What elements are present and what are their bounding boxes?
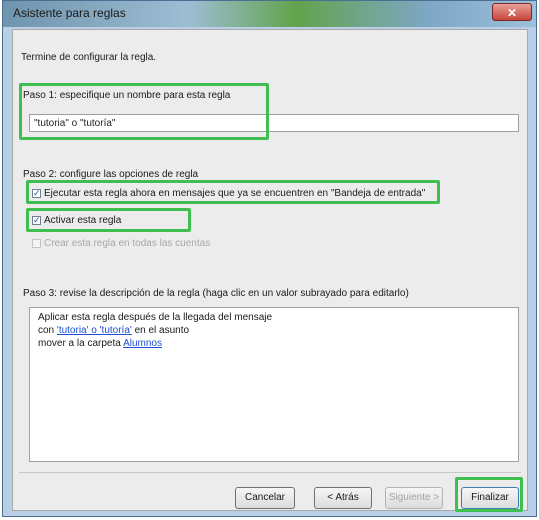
- description-line-2: con 'tutoria' o 'tutoría' en el asunto: [38, 325, 189, 336]
- rule-description-box: Aplicar esta regla después de la llegada…: [29, 307, 519, 462]
- description-line-3: mover a la carpeta Alumnos: [38, 338, 162, 349]
- close-button[interactable]: ✕: [492, 3, 532, 21]
- wizard-subtitle: Termine de configurar la regla.: [21, 52, 157, 63]
- description-line-2-prefix: con: [38, 325, 55, 336]
- all-accounts-checkbox: [32, 239, 41, 248]
- highlight-finish: [455, 477, 523, 512]
- wizard-content: Termine de configurar la regla. Paso 1: …: [12, 29, 528, 512]
- cancel-button[interactable]: Cancelar: [235, 487, 295, 509]
- step3-label: Paso 3: revise la descripción de la regl…: [23, 288, 409, 299]
- highlight-run-now: [26, 180, 440, 204]
- subject-words-link[interactable]: 'tutoria' o 'tutoría': [57, 325, 132, 336]
- next-button: Siguiente >: [385, 487, 443, 509]
- back-button[interactable]: < Atrás: [314, 487, 372, 509]
- window-title: Asistente para reglas: [13, 6, 126, 20]
- target-folder-link[interactable]: Alumnos: [123, 338, 162, 349]
- footer-separator: [19, 472, 521, 473]
- rules-wizard-window: Asistente para reglas ✕ Termine de confi…: [2, 0, 537, 517]
- highlight-enable-rule: [26, 208, 191, 232]
- highlight-step1: [19, 83, 269, 140]
- title-bar[interactable]: Asistente para reglas ✕: [3, 1, 536, 27]
- description-line-2-suffix: en el asunto: [134, 325, 190, 336]
- description-line-3-prefix: mover a la carpeta: [38, 338, 121, 349]
- step2-label: Paso 2: configure las opciones de regla: [23, 169, 199, 180]
- description-line-1: Aplicar esta regla después de la llegada…: [38, 312, 273, 323]
- all-accounts-label: Crear esta regla en todas las cuentas: [44, 238, 211, 249]
